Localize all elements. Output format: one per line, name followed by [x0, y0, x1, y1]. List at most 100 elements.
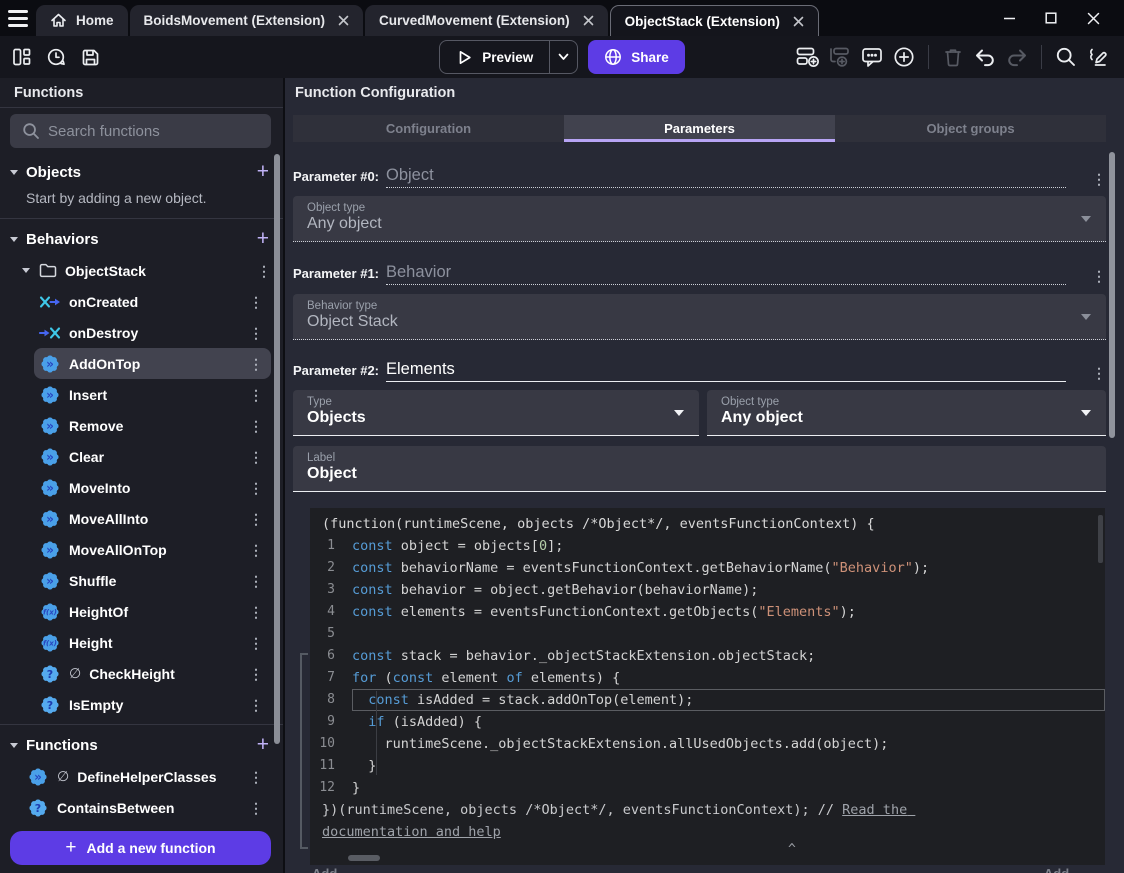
function-item[interactable]: » MoveInto ⋮	[34, 472, 271, 503]
function-item[interactable]: » Clear ⋮	[34, 441, 271, 472]
code-line[interactable]: 4 const elements = eventsFunctionContext…	[310, 601, 1105, 623]
function-item[interactable]: onDestroy ⋮	[34, 317, 271, 348]
toolbar-button[interactable]	[8, 43, 36, 71]
code-line[interactable]: 8 const isAdded = stack.addOnTop(element…	[310, 689, 1105, 711]
close-icon[interactable]	[793, 16, 804, 27]
code-line[interactable]: 2 const behaviorName = eventsFunctionCon…	[310, 557, 1105, 579]
function-item[interactable]: f(x) Height ⋮	[34, 627, 271, 658]
add-new-function-button[interactable]: + Add a new function	[10, 831, 271, 865]
toolbar-button[interactable]	[42, 43, 70, 71]
javascript-code-editor[interactable]: (function(runtimeScene, objects /*Object…	[310, 508, 1105, 865]
section-functions[interactable]: Functions +	[0, 729, 283, 761]
kebab-menu-icon[interactable]: ⋮	[249, 605, 263, 619]
function-item[interactable]: » MoveAllInto ⋮	[34, 503, 271, 534]
toolbar-button[interactable]	[971, 43, 999, 71]
minimize-button[interactable]	[988, 3, 1030, 33]
kebab-menu-icon[interactable]: ⋮	[1092, 172, 1106, 188]
kebab-menu-icon[interactable]: ⋮	[249, 636, 263, 650]
toolbar-button[interactable]	[1052, 43, 1080, 71]
share-button[interactable]: Share	[588, 40, 685, 74]
function-item[interactable]: onCreated ⋮	[34, 286, 271, 317]
function-item[interactable]: » ∅ DefineHelperClasses ⋮	[22, 761, 271, 792]
kebab-menu-icon[interactable]: ⋮	[249, 801, 263, 815]
tab[interactable]: ObjectStack (Extension)	[609, 5, 819, 36]
code-line[interactable]: 1 const object = objects[0];	[310, 535, 1105, 557]
toolbar-button[interactable]	[794, 43, 822, 71]
object-type-select[interactable]: Object type Any object	[707, 390, 1106, 436]
kebab-menu-icon[interactable]: ⋮	[249, 512, 263, 526]
function-item[interactable]: f(x) HeightOf ⋮	[34, 596, 271, 627]
tab[interactable]: BoidsMovement (Extension)	[129, 5, 364, 36]
kebab-menu-icon[interactable]: ⋮	[249, 770, 263, 784]
parameter-name-field[interactable]: Behavior	[386, 263, 1066, 285]
function-item[interactable]: ? ContainsBetween ⋮	[22, 792, 271, 823]
kebab-menu-icon[interactable]: ⋮	[249, 326, 263, 340]
label-input[interactable]: Label Object	[293, 446, 1106, 492]
maximize-button[interactable]	[1030, 3, 1072, 33]
dropdown-arrow-icon	[1081, 314, 1091, 320]
code-line[interactable]: 11 }	[310, 755, 1105, 777]
code-line[interactable]: 9 if (isAdded) {	[310, 711, 1105, 733]
toolbar-button[interactable]	[1084, 43, 1112, 71]
add-behavior-button[interactable]: +	[257, 228, 269, 249]
search-input[interactable]	[10, 114, 271, 148]
function-item[interactable]: ? IsEmpty ⋮	[34, 689, 271, 720]
kebab-menu-icon[interactable]: ⋮	[249, 388, 263, 402]
toolbar-button[interactable]	[76, 43, 104, 71]
function-item[interactable]: » AddOnTop ⋮	[34, 348, 271, 379]
kebab-menu-icon[interactable]: ⋮	[249, 667, 263, 681]
preview-dropdown-button[interactable]	[549, 41, 577, 73]
code-line[interactable]: 7 for (const element of elements) {	[310, 667, 1105, 689]
function-item[interactable]: » Remove ⋮	[34, 410, 271, 441]
code-line[interactable]: 3 const behavior = object.getBehavior(be…	[310, 579, 1105, 601]
behavior-type-select[interactable]: Behavior type Object Stack	[293, 294, 1106, 340]
behavior-group-objectstack[interactable]: ObjectStack ⋮	[0, 255, 283, 286]
kebab-menu-icon[interactable]: ⋮	[1092, 269, 1106, 285]
object-type-select[interactable]: Object type Any object	[293, 196, 1106, 242]
kebab-menu-icon[interactable]: ⋮	[249, 419, 263, 433]
code-line[interactable]: 6 const stack = behavior._objectStackExt…	[310, 645, 1105, 667]
config-tab[interactable]: Configuration	[293, 115, 564, 142]
sidebar-scrollbar-thumb[interactable]	[274, 154, 280, 744]
function-item[interactable]: » MoveAllOnTop ⋮	[34, 534, 271, 565]
add-event-hint[interactable]: Add...	[1044, 867, 1080, 873]
close-window-button[interactable]	[1072, 3, 1114, 33]
code-line[interactable]: 12 }	[310, 777, 1105, 799]
config-tab[interactable]: Parameters	[564, 115, 835, 142]
editor-hscrollbar-thumb[interactable]	[348, 855, 380, 861]
add-object-button[interactable]: +	[257, 161, 269, 182]
parameter-name-field[interactable]: Object	[386, 166, 1066, 188]
tab[interactable]: Home	[36, 5, 128, 36]
add-event-hint[interactable]: Add...	[312, 867, 348, 873]
code-line[interactable]: 10 runtimeScene._objectStackExtension.al…	[310, 733, 1105, 755]
function-item[interactable]: » Shuffle ⋮	[34, 565, 271, 596]
kebab-menu-icon[interactable]: ⋮	[1092, 366, 1106, 382]
kebab-menu-icon[interactable]: ⋮	[249, 481, 263, 495]
config-tab[interactable]: Object groups	[835, 115, 1106, 142]
kebab-menu-icon[interactable]: ⋮	[249, 574, 263, 588]
section-behaviors[interactable]: Behaviors +	[0, 223, 283, 255]
main-scrollbar-thumb[interactable]	[1109, 152, 1115, 438]
kebab-menu-icon[interactable]: ⋮	[249, 357, 263, 371]
kebab-menu-icon[interactable]: ⋮	[249, 295, 263, 309]
function-item[interactable]: ? ∅ CheckHeight ⋮	[34, 658, 271, 689]
add-function-plus-button[interactable]: +	[257, 734, 269, 755]
section-objects[interactable]: Objects +	[0, 156, 283, 188]
parameter-name-field[interactable]: Elements	[386, 360, 1066, 382]
editor-scrollbar-thumb[interactable]	[1098, 515, 1103, 563]
preview-button[interactable]: Preview	[439, 40, 579, 74]
kebab-menu-icon[interactable]: ⋮	[257, 264, 271, 278]
tab[interactable]: CurvedMovement (Extension)	[365, 5, 608, 36]
toolbar-button[interactable]	[890, 43, 918, 71]
code-line[interactable]: 5	[310, 623, 1105, 645]
kebab-menu-icon[interactable]: ⋮	[249, 698, 263, 712]
hamburger-menu-icon[interactable]	[0, 0, 36, 36]
toolbar-button[interactable]	[858, 43, 886, 71]
kebab-menu-icon[interactable]: ⋮	[249, 543, 263, 557]
close-icon[interactable]	[583, 15, 594, 26]
function-item[interactable]: » Insert ⋮	[34, 379, 271, 410]
kebab-menu-icon[interactable]: ⋮	[249, 450, 263, 464]
scroll-hint[interactable]: ^	[788, 842, 796, 857]
type-select[interactable]: Type Objects	[293, 390, 699, 436]
close-icon[interactable]	[338, 15, 349, 26]
